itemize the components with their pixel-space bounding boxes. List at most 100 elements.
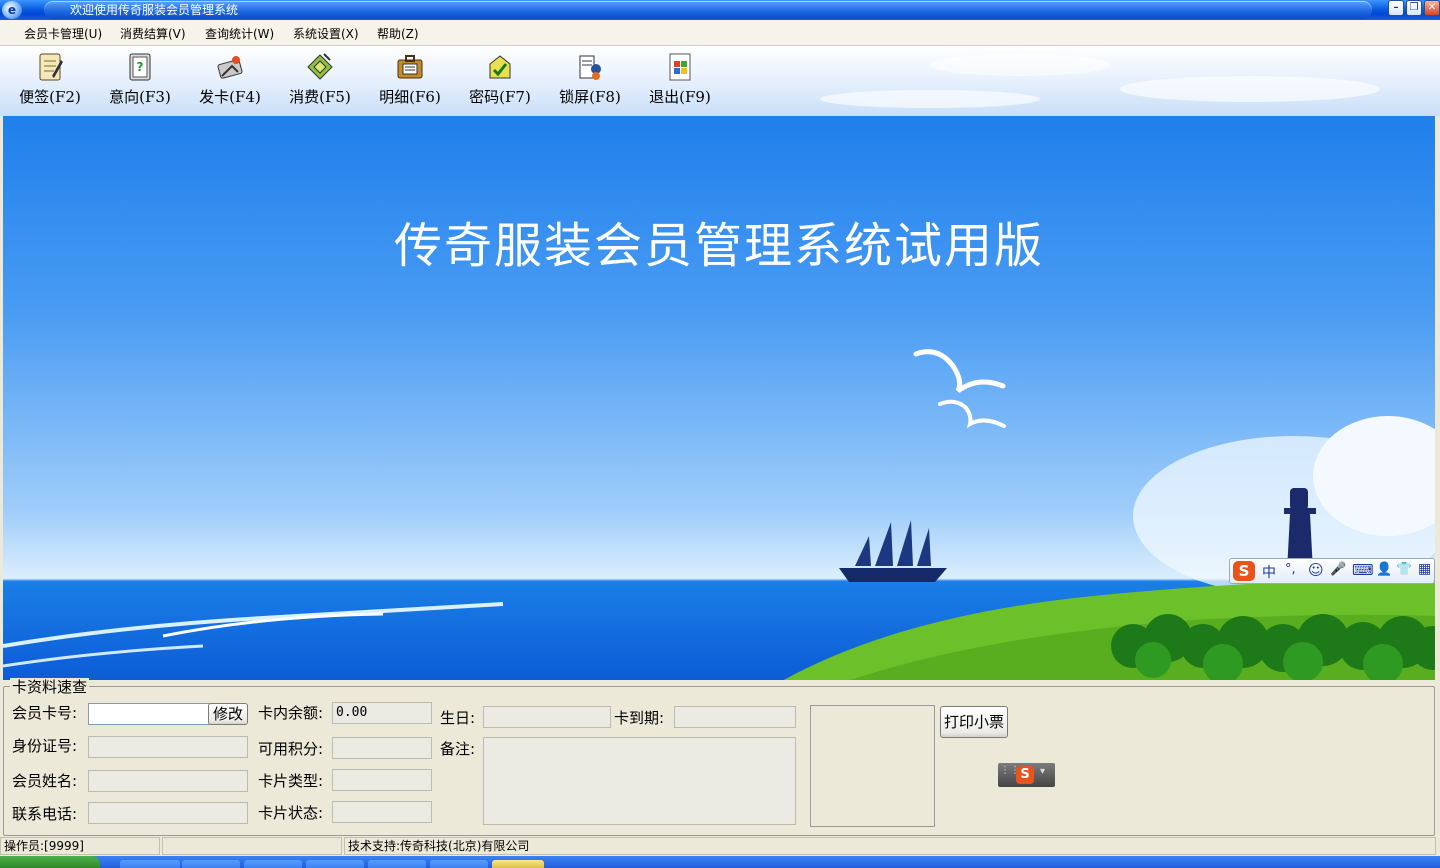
- taskbar-button[interactable]: [430, 860, 488, 868]
- balance-field: 0.00: [332, 702, 432, 724]
- svg-text:?: ?: [137, 60, 144, 74]
- close-button[interactable]: ✕: [1424, 0, 1440, 16]
- status-bar: 操作员:[9999] 技术支持:传奇科技(北京)有限公司: [0, 836, 1440, 856]
- chevron-down-icon[interactable]: ▾: [1040, 766, 1045, 777]
- menu-system-settings[interactable]: 系统设置(X): [293, 26, 359, 42]
- remark-label: 备注:: [440, 740, 476, 758]
- menu-card-management[interactable]: 会员卡管理(U): [24, 26, 102, 42]
- banner-title: 传奇服装会员管理系统试用版: [393, 218, 1044, 274]
- toolbar-notepad-button[interactable]: 便签(F2): [10, 52, 90, 112]
- remark-field: [483, 737, 796, 825]
- card-no-label: 会员卡号:: [12, 704, 78, 722]
- toolbar-consume-label: 消费(F5): [289, 88, 351, 106]
- restore-button[interactable]: ❐: [1406, 0, 1422, 16]
- card-no-input[interactable]: [88, 703, 210, 725]
- ime-punctuation[interactable]: °,: [1285, 562, 1296, 577]
- taskbar-button[interactable]: [120, 860, 180, 868]
- issue-card-icon: [217, 56, 243, 79]
- toolbar-consume-button[interactable]: 消费(F5): [280, 52, 360, 112]
- ime-mini-status[interactable]: ⋮⋮ S ▾: [998, 763, 1055, 787]
- id-no-field: [88, 736, 248, 758]
- password-key-icon: [489, 55, 511, 79]
- member-name-label: 会员姓名:: [12, 772, 78, 790]
- ime-chinese-mode[interactable]: 中: [1262, 562, 1276, 582]
- window-title: 欢迎使用传奇服装会员管理系统: [70, 3, 239, 17]
- expiry-field: [674, 706, 796, 728]
- exit-windows-icon: [669, 53, 691, 81]
- birthday-label: 生日:: [440, 709, 476, 727]
- toolbar-issue-card-button[interactable]: 发卡(F4): [190, 52, 270, 112]
- title-pill: [44, 1, 1372, 19]
- sogou-logo-icon[interactable]: S: [1016, 766, 1034, 784]
- card-type-label: 卡片类型:: [258, 772, 324, 790]
- card-status-field: [332, 801, 432, 823]
- lock-screen-icon: [579, 55, 601, 80]
- toolbar-lock-screen-button[interactable]: 锁屏(F8): [550, 52, 630, 112]
- seagull-icon: [913, 349, 1006, 429]
- taskbar: [0, 856, 1440, 868]
- wave-decoration: [3, 602, 504, 668]
- menu-bar: 会员卡管理(U) 消费结算(V) 查询统计(W) 系统设置(X) 帮助(Z): [0, 20, 1440, 46]
- support-status: 技术支持:传奇科技(北京)有限公司: [344, 837, 1436, 855]
- cloud-decoration: [930, 54, 1110, 76]
- toolbox-grid-icon[interactable]: ▦: [1418, 561, 1431, 577]
- user-icon[interactable]: 👤: [1376, 562, 1392, 577]
- drag-handle-icon[interactable]: ⋮⋮: [1000, 766, 1020, 783]
- detail-briefcase-icon: [397, 55, 423, 79]
- print-receipt-button[interactable]: 打印小票: [940, 706, 1008, 738]
- member-name-field: [88, 770, 248, 792]
- member-photo-box: [810, 705, 935, 827]
- toolbar-password-button[interactable]: 密码(F7): [460, 52, 540, 112]
- status-blank: [162, 837, 342, 855]
- toolbar-intention-label: 意向(F3): [109, 88, 171, 106]
- taskbar-button[interactable]: [306, 860, 364, 868]
- taskbar-button[interactable]: [182, 860, 240, 868]
- toolbar-detail-label: 明细(F6): [379, 88, 441, 106]
- start-button[interactable]: [0, 856, 100, 868]
- microphone-icon[interactable]: 🎤: [1330, 562, 1346, 577]
- main-banner: 传奇服装会员管理系统试用版 S 中 °, ☺ 🎤 ⌨ 👤 👕 ▦: [3, 116, 1435, 680]
- question-book-icon: ?: [129, 53, 151, 81]
- taskbar-button[interactable]: [368, 860, 426, 868]
- app-icon[interactable]: e: [2, 1, 22, 19]
- toolbar: 便签(F2) ? 意向(F3) 发卡(F4) 消费(F5) 明细(F6) 密码(…: [0, 46, 1440, 116]
- consume-icon: [307, 53, 333, 80]
- edit-button[interactable]: 修改: [208, 703, 248, 725]
- minimize-button[interactable]: –: [1388, 0, 1404, 16]
- toolbar-lock-screen-label: 锁屏(F8): [559, 88, 621, 106]
- toolbar-detail-button[interactable]: 明细(F6): [370, 52, 450, 112]
- balance-label: 卡内余额:: [258, 704, 324, 722]
- points-label: 可用积分:: [258, 740, 324, 758]
- skin-shirt-icon[interactable]: 👕: [1396, 562, 1412, 577]
- toolbar-exit-label: 退出(F9): [649, 88, 711, 106]
- toolbar-notepad-label: 便签(F2): [19, 88, 81, 106]
- ime-toolbar[interactable]: S 中 °, ☺ 🎤 ⌨ 👤 👕 ▦: [1229, 558, 1435, 584]
- id-no-label: 身份证号:: [12, 737, 78, 755]
- cloud-decoration: [820, 90, 1040, 108]
- menu-query-statistics[interactable]: 查询统计(W): [205, 26, 274, 42]
- emoji-icon[interactable]: ☺: [1308, 561, 1324, 579]
- quick-lookup-legend: 卡资料速查: [10, 678, 90, 696]
- toolbar-exit-button[interactable]: 退出(F9): [640, 52, 720, 112]
- title-bar: e 欢迎使用传奇服装会员管理系统 – ❐ ✕: [0, 0, 1440, 20]
- cloud-decoration: [1120, 76, 1380, 102]
- menu-consumption-settlement[interactable]: 消费结算(V): [120, 26, 186, 42]
- birthday-field: [483, 706, 611, 728]
- operator-status: 操作员:[9999]: [0, 837, 160, 855]
- green-hill: [783, 580, 1435, 680]
- taskbar-button-active[interactable]: [492, 860, 544, 868]
- menu-help[interactable]: 帮助(Z): [377, 26, 419, 42]
- phone-field: [88, 802, 248, 824]
- notepad-icon: [39, 53, 63, 81]
- card-type-field: [332, 769, 432, 791]
- keyboard-icon[interactable]: ⌨: [1352, 561, 1374, 579]
- sogou-logo-icon[interactable]: S: [1233, 561, 1255, 581]
- phone-label: 联系电话:: [12, 805, 78, 823]
- points-field: [332, 737, 432, 759]
- toolbar-issue-card-label: 发卡(F4): [199, 88, 261, 106]
- taskbar-button[interactable]: [244, 860, 302, 868]
- card-status-label: 卡片状态:: [258, 804, 324, 822]
- expiry-label: 卡到期:: [614, 709, 665, 727]
- toolbar-password-label: 密码(F7): [469, 88, 531, 106]
- toolbar-intention-button[interactable]: ? 意向(F3): [100, 52, 180, 112]
